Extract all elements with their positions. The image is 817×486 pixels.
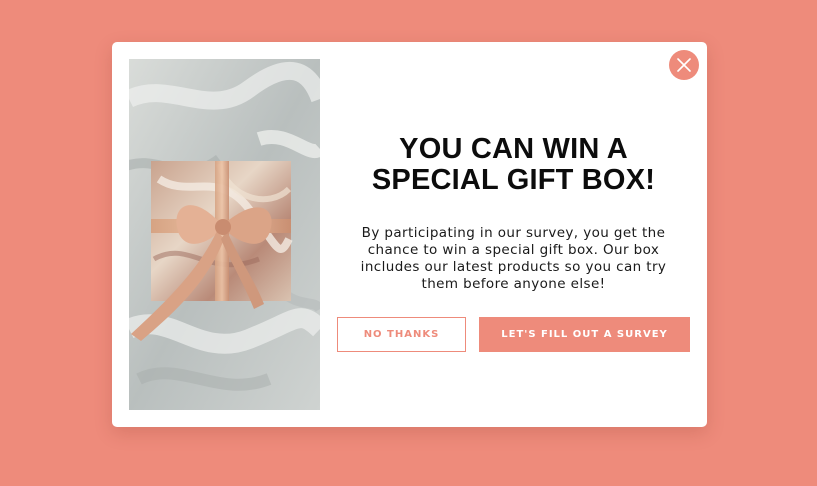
survey-popup: YOU CAN WIN A SPECIAL GIFT BOX! By parti… [112,42,707,427]
close-button[interactable] [669,50,699,80]
fill-survey-button[interactable]: LET'S FILL OUT A SURVEY [479,317,690,352]
description-line-1: By participating in our survey, you get … [361,225,666,241]
headline-line-1: YOU CAN WIN A [399,133,628,165]
description-line-4: them before anyone else! [421,276,606,292]
headline-line-2: SPECIAL GIFT BOX! [371,164,656,196]
popup-headline: YOU CAN WIN A SPECIAL GIFT BOX! [337,134,690,196]
close-icon [677,58,691,72]
popup-description: By participating in our survey, you get … [337,225,690,293]
description-line-2: chance to win a special gift box. Our bo… [367,242,660,258]
no-thanks-button[interactable]: NO THANKS [337,317,466,352]
description-line-3: includes our latest products so you can … [360,259,667,275]
gift-box-image [129,59,320,410]
